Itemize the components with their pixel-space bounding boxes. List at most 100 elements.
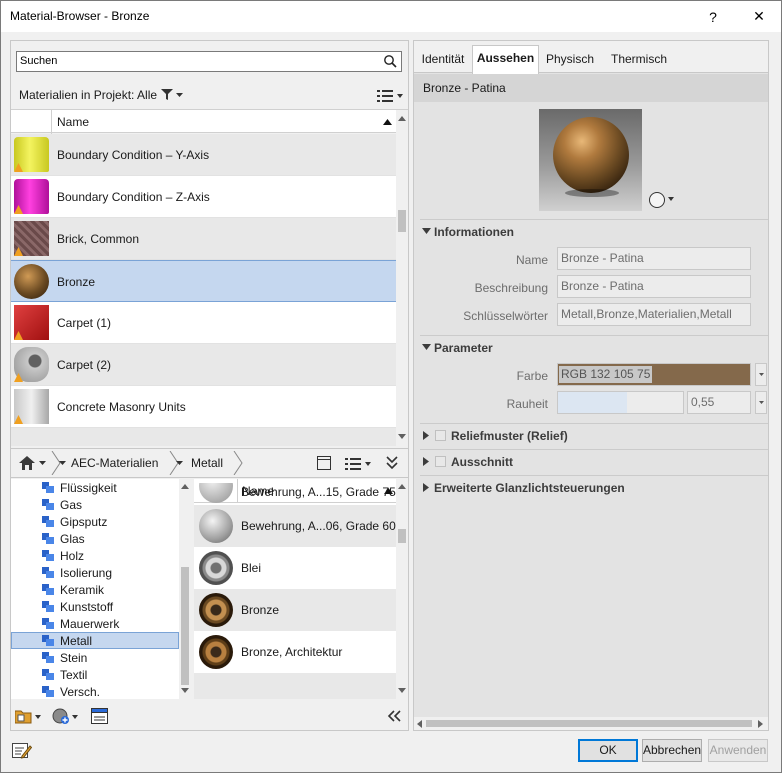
panel-view-icon[interactable] bbox=[317, 456, 331, 470]
list-item[interactable]: Concrete Masonry Units bbox=[11, 386, 396, 428]
color-dropdown[interactable] bbox=[755, 363, 767, 386]
tree-item[interactable]: Holz bbox=[11, 547, 179, 564]
material-list-header[interactable]: Name bbox=[11, 109, 408, 134]
relief-section-header[interactable]: Reliefmuster (Relief) bbox=[420, 423, 768, 447]
tree-item[interactable]: Keramik bbox=[11, 581, 179, 598]
chevron-down-icon[interactable] bbox=[365, 462, 371, 466]
scroll-up-icon[interactable] bbox=[398, 116, 406, 121]
list-item[interactable]: Bronze bbox=[194, 589, 396, 631]
tree-item[interactable]: Stein bbox=[11, 649, 179, 666]
tree-item[interactable]: Versch. bbox=[11, 683, 179, 699]
asset-browser-icon[interactable] bbox=[91, 708, 108, 724]
help-button[interactable]: ? bbox=[693, 1, 733, 32]
close-button[interactable]: ✕ bbox=[739, 1, 779, 32]
tree-item[interactable]: Mauerwerk bbox=[11, 615, 179, 632]
folder-icon bbox=[42, 686, 54, 697]
chevron-down-icon[interactable] bbox=[39, 461, 46, 465]
name-field[interactable]: Bronze - Patina bbox=[557, 247, 751, 270]
tab-thermal[interactable]: Thermisch bbox=[606, 47, 672, 73]
scroll-down-icon[interactable] bbox=[398, 688, 406, 693]
collapse-down-icon[interactable] bbox=[386, 456, 398, 470]
category-scrollbar[interactable] bbox=[179, 479, 191, 699]
list-item[interactable]: Bewehrung, A...15, Grade 75 bbox=[194, 483, 396, 505]
cutout-checkbox[interactable] bbox=[435, 456, 446, 467]
material-thumbnail bbox=[14, 221, 49, 256]
tab-physical[interactable]: Physisch bbox=[542, 47, 598, 73]
highlights-section-header[interactable]: Erweiterte Glanzlichtsteuerungen bbox=[420, 475, 768, 499]
search-icon[interactable] bbox=[383, 54, 397, 68]
tree-item[interactable]: Glas bbox=[11, 530, 179, 547]
create-material-icon[interactable] bbox=[52, 708, 70, 724]
tree-item[interactable]: Flüssigkeit bbox=[11, 479, 179, 496]
apply-button[interactable]: Anwenden bbox=[708, 739, 768, 762]
chevron-down-icon[interactable] bbox=[59, 461, 66, 465]
scroll-thumb[interactable] bbox=[398, 210, 406, 232]
search-input[interactable]: Suchen bbox=[16, 51, 402, 72]
list-item[interactable] bbox=[194, 673, 396, 699]
description-field[interactable]: Bronze - Patina bbox=[557, 275, 751, 298]
chevron-down-icon[interactable] bbox=[176, 461, 183, 465]
cancel-button[interactable]: Abbrechen bbox=[642, 739, 702, 762]
list-item[interactable]: Carpet (1) bbox=[11, 302, 396, 344]
scroll-down-icon[interactable] bbox=[181, 688, 189, 693]
tree-item[interactable]: Kunststoff bbox=[11, 598, 179, 615]
edit-material-icon[interactable] bbox=[12, 741, 32, 759]
material-list-scrollbar[interactable] bbox=[396, 110, 408, 446]
tab-appearance[interactable]: Aussehen bbox=[472, 45, 539, 74]
scroll-thumb[interactable] bbox=[181, 567, 189, 685]
list-item[interactable]: Brick, Common bbox=[11, 218, 396, 260]
scroll-up-icon[interactable] bbox=[398, 484, 406, 489]
chevron-down-icon[interactable] bbox=[35, 715, 41, 719]
list-item[interactable]: Bronze, Architektur bbox=[194, 631, 396, 673]
list-view-icon[interactable] bbox=[377, 89, 393, 102]
list-item-label: Brick, Common bbox=[57, 232, 140, 246]
scroll-right-icon[interactable] bbox=[758, 720, 763, 728]
horizontal-scrollbar[interactable] bbox=[414, 717, 768, 730]
chevron-down-icon[interactable] bbox=[72, 715, 78, 719]
list-item[interactable]: Carpet (2) bbox=[11, 344, 396, 386]
section-title: Ausschnitt bbox=[451, 455, 514, 469]
scroll-up-icon[interactable] bbox=[181, 484, 189, 489]
tree-item[interactable]: Gipsputz bbox=[11, 513, 179, 530]
name-column-header[interactable]: Name bbox=[57, 115, 89, 129]
filter-icon[interactable] bbox=[161, 89, 173, 100]
roughness-dropdown[interactable] bbox=[755, 391, 767, 414]
breadcrumb-item[interactable]: AEC-Materialien bbox=[71, 449, 158, 477]
list-item[interactable]: Boundary Condition – Z-Axis bbox=[11, 176, 396, 218]
cutout-section-header[interactable]: Ausschnitt bbox=[420, 449, 768, 473]
breadcrumb-item[interactable]: Metall bbox=[191, 449, 223, 477]
roughness-slider[interactable] bbox=[557, 391, 684, 414]
collapse-left-icon[interactable] bbox=[387, 710, 401, 722]
tree-item[interactable]: Isolierung bbox=[11, 564, 179, 581]
list-view-icon[interactable] bbox=[345, 457, 361, 470]
material-thumbnail bbox=[14, 264, 49, 299]
preview-options-icon[interactable] bbox=[648, 191, 666, 209]
chevron-down-icon[interactable] bbox=[668, 197, 674, 201]
color-swatch[interactable]: RGB 132 105 75 bbox=[557, 363, 751, 386]
tree-item[interactable]: Textil bbox=[11, 666, 179, 683]
list-item[interactable]: Bewehrung, A...06, Grade 60 bbox=[194, 505, 396, 547]
ok-button[interactable]: OK bbox=[578, 739, 638, 762]
list-item[interactable]: Boundary Condition – Y-Axis bbox=[11, 134, 396, 176]
library-folder-icon[interactable] bbox=[15, 708, 33, 724]
scroll-down-icon[interactable] bbox=[398, 434, 406, 439]
list-item[interactable]: Bronze bbox=[11, 260, 396, 302]
list-item-label: Bewehrung, A...06, Grade 60 bbox=[241, 519, 396, 533]
chevron-down-icon[interactable] bbox=[176, 93, 183, 97]
tree-item-selected[interactable]: Metall bbox=[11, 632, 179, 649]
tab-identity[interactable]: Identität bbox=[416, 47, 470, 73]
scroll-thumb[interactable] bbox=[426, 720, 752, 727]
home-icon[interactable] bbox=[19, 456, 35, 470]
keywords-field[interactable]: Metall,Bronze,Materialien,Metall bbox=[557, 303, 751, 326]
parameter-section-header[interactable]: Parameter bbox=[420, 335, 768, 359]
scroll-thumb[interactable] bbox=[398, 529, 406, 543]
roughness-field[interactable]: 0,55 bbox=[687, 391, 751, 414]
chevron-down-icon[interactable] bbox=[397, 94, 403, 98]
list-item[interactable] bbox=[11, 428, 396, 446]
information-section-header[interactable]: Informationen bbox=[420, 219, 768, 243]
library-scrollbar[interactable] bbox=[396, 479, 408, 699]
scroll-left-icon[interactable] bbox=[417, 720, 422, 728]
relief-checkbox[interactable] bbox=[435, 430, 446, 441]
list-item[interactable]: Blei bbox=[194, 547, 396, 589]
tree-item[interactable]: Gas bbox=[11, 496, 179, 513]
